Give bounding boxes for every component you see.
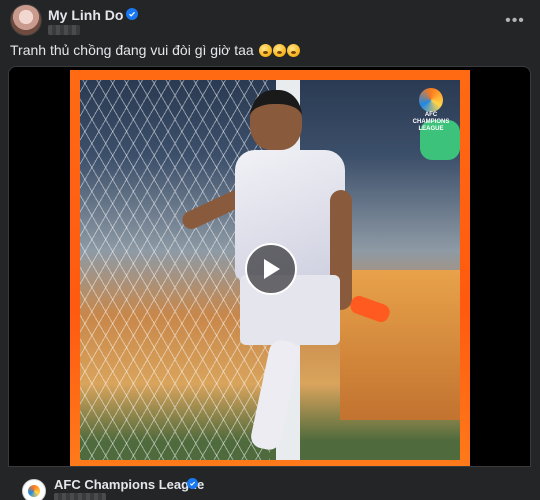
caption-text: Tranh thủ chồng đang vui đòi gì giờ taa — [10, 42, 254, 58]
surprised-face-icon — [272, 44, 286, 57]
player-boot — [348, 293, 392, 325]
play-icon — [264, 259, 280, 279]
acl-mini-logo-icon — [28, 485, 40, 497]
surprised-face-icon — [286, 44, 300, 57]
acl-logo-line-1: AFC — [424, 112, 438, 118]
source-name[interactable]: AFC Champions League — [54, 477, 204, 492]
afc-champions-league-logo: AFC CHAMPIONS LEAGUE — [410, 88, 452, 132]
source-timestamp[interactable] — [54, 493, 106, 500]
more-options-button[interactable]: ••• — [500, 8, 530, 34]
player-leg — [248, 338, 302, 452]
author-name[interactable]: My Linh Do — [48, 7, 123, 23]
post-caption: Tranh thủ chồng đang vui đòi gì giờ taa — [10, 42, 300, 58]
post-header: My Linh Do ••• — [10, 4, 530, 38]
acl-logo-line-3: LEAGUE — [418, 126, 444, 132]
acl-logo-line-2: CHAMPIONS — [412, 119, 450, 125]
facebook-post: My Linh Do ••• Tranh thủ chồng đang vui … — [0, 0, 540, 500]
player-head — [250, 90, 302, 150]
verified-badge-icon — [126, 8, 138, 20]
play-button[interactable] — [245, 243, 297, 295]
video-attachment[interactable]: AFC CHAMPIONS LEAGUE — [8, 66, 531, 500]
shared-source-row: AFC Champions League — [8, 466, 531, 500]
post-timestamp[interactable] — [48, 25, 80, 35]
surprised-face-icon — [258, 44, 272, 57]
author-avatar[interactable] — [10, 4, 42, 36]
source-avatar[interactable] — [22, 479, 46, 500]
more-icon: ••• — [505, 12, 525, 29]
acl-logo-mark — [419, 88, 443, 112]
verified-badge-icon — [187, 478, 198, 489]
